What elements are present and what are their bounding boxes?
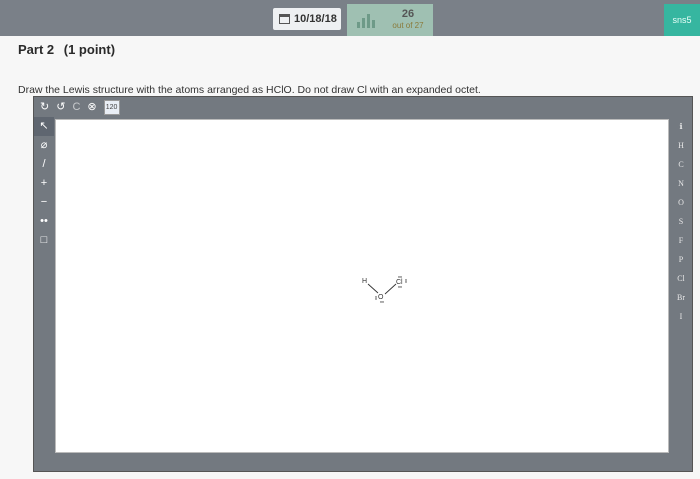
score-total: out of 27 bbox=[392, 21, 424, 30]
top-bar: 10/18/18 26 out of 27 sns5 bbox=[0, 0, 700, 36]
templates-button[interactable]: 120 bbox=[103, 99, 120, 115]
box-tool-icon[interactable]: □ bbox=[34, 231, 54, 250]
element-p[interactable]: P bbox=[670, 250, 692, 269]
redo-button[interactable]: ↺ bbox=[56, 101, 65, 113]
element-f[interactable]: F bbox=[670, 231, 692, 250]
positive-charge-icon[interactable]: + bbox=[34, 174, 54, 193]
bar-chart-icon bbox=[347, 4, 383, 36]
periodic-table-icon[interactable]: ℹ bbox=[670, 117, 692, 136]
due-date-badge: 10/18/18 bbox=[273, 8, 341, 30]
select-tool-icon[interactable]: ↖ bbox=[34, 117, 54, 136]
element-i[interactable]: I bbox=[670, 307, 692, 326]
user-badge[interactable]: sns5 bbox=[664, 4, 700, 36]
element-c[interactable]: C bbox=[670, 155, 692, 174]
clear-button[interactable]: C bbox=[72, 101, 80, 113]
lone-pair-icon[interactable]: •• bbox=[34, 212, 54, 231]
element-s[interactable]: S bbox=[670, 212, 692, 231]
molecule-drawing[interactable]: H O Cl bbox=[356, 268, 446, 328]
question-text: Draw the Lewis structure with the atoms … bbox=[18, 84, 481, 96]
editor-left-toolbar: ↖ ⌀ / + − •• □ bbox=[34, 117, 54, 271]
negative-charge-icon[interactable]: − bbox=[34, 193, 54, 212]
editor-top-toolbar: ↻ ↺ C ⊗ 120 bbox=[34, 97, 692, 117]
bond-tool-icon[interactable]: / bbox=[34, 155, 54, 174]
due-date-text: 10/18/18 bbox=[294, 13, 337, 25]
element-cl[interactable]: Cl bbox=[670, 269, 692, 288]
score-badge[interactable]: 26 out of 27 bbox=[347, 4, 433, 36]
part-points: (1 point) bbox=[63, 42, 116, 57]
score-value: 26 bbox=[401, 8, 415, 20]
structure-editor: ↻ ↺ C ⊗ 120 ↖ ⌀ / + − •• □ H O Cl ℹ H C … bbox=[33, 96, 693, 472]
element-n[interactable]: N bbox=[670, 174, 692, 193]
eraser-tool-icon[interactable]: ⌀ bbox=[34, 136, 54, 155]
drawing-canvas[interactable]: H O Cl bbox=[55, 119, 669, 453]
zoom-out-button[interactable]: ⊗ bbox=[87, 101, 96, 113]
element-h[interactable]: H bbox=[670, 136, 692, 155]
part-title: Part 2 (1 point) bbox=[18, 42, 115, 57]
calendar-icon bbox=[279, 14, 290, 24]
part-label: Part 2 bbox=[18, 42, 55, 57]
atom-chlorine: Cl bbox=[396, 279, 403, 286]
undo-button[interactable]: ↻ bbox=[40, 101, 49, 113]
element-br[interactable]: Br bbox=[670, 288, 692, 307]
element-o[interactable]: O bbox=[670, 193, 692, 212]
element-palette: ℹ H C N O S F P Cl Br I bbox=[670, 117, 692, 321]
atom-oxygen: O bbox=[378, 294, 384, 301]
atom-hydrogen: H bbox=[362, 278, 367, 285]
